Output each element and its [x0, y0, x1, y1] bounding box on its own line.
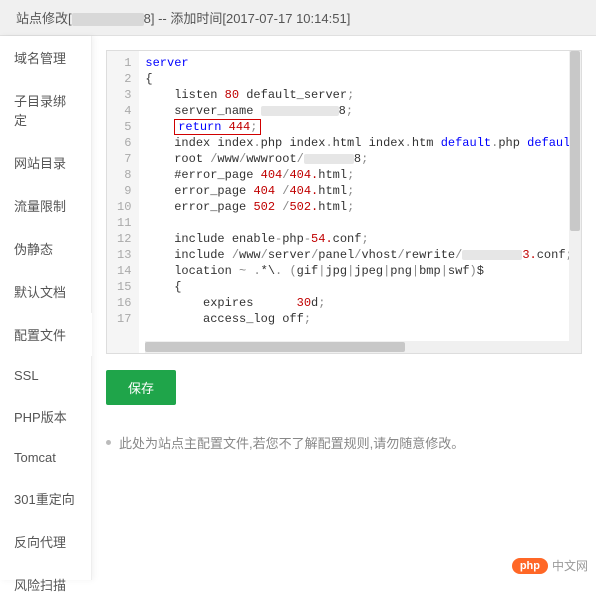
- line-number: 10: [117, 199, 131, 215]
- line-number: 2: [117, 71, 131, 87]
- line-number: 17: [117, 311, 131, 327]
- line-number: 12: [117, 231, 131, 247]
- line-number: 13: [117, 247, 131, 263]
- code-line: return 444;: [145, 119, 575, 135]
- sidebar-item-4[interactable]: 伪静态: [0, 227, 91, 270]
- header-timestamp: 2017-07-17 10:14:51: [226, 11, 347, 26]
- code-line: error_page 502 /502.html;: [145, 199, 575, 215]
- sidebar-item-5[interactable]: 默认文档: [0, 270, 91, 313]
- line-number: 5: [117, 119, 131, 135]
- code-line: expires 30d;: [145, 295, 575, 311]
- code-line: include enable-php-54.conf;: [145, 231, 575, 247]
- line-number: 1: [117, 55, 131, 71]
- scrollbar-vertical[interactable]: [569, 51, 581, 341]
- code-line: listen 80 default_server;: [145, 87, 575, 103]
- scrollbar-horizontal[interactable]: [145, 341, 569, 353]
- sidebar-item-8[interactable]: PHP版本: [0, 395, 91, 438]
- code-content[interactable]: server{ listen 80 default_server; server…: [139, 51, 581, 353]
- line-gutter: 1234567891011121314151617: [107, 51, 139, 353]
- watermark-text: 中文网: [552, 557, 588, 574]
- code-line: {: [145, 279, 575, 295]
- sidebar-item-3[interactable]: 流量限制: [0, 184, 91, 227]
- sidebar-item-1[interactable]: 子目录绑定: [0, 79, 91, 141]
- masked-text: [261, 106, 339, 116]
- container: 域名管理子目录绑定网站目录流量限制伪静态默认文档配置文件SSLPHP版本Tomc…: [0, 36, 596, 580]
- sidebar-item-6[interactable]: 配置文件: [0, 313, 91, 356]
- sidebar-item-7[interactable]: SSL: [0, 356, 91, 395]
- header-suffix: ]: [347, 11, 351, 26]
- masked-text: [462, 250, 522, 260]
- line-number: 7: [117, 151, 131, 167]
- sidebar-item-12[interactable]: 风险扫描: [0, 563, 91, 606]
- code-line: root /www/wwwroot/8;: [145, 151, 575, 167]
- header-domain-suffix: 8]: [144, 11, 155, 26]
- highlight-box: return 444;: [174, 119, 261, 135]
- sidebar-item-9[interactable]: Tomcat: [0, 438, 91, 477]
- scrollbar-horizontal-thumb[interactable]: [145, 342, 405, 352]
- code-line: [145, 215, 575, 231]
- main-panel: 1234567891011121314151617 server{ listen…: [92, 36, 596, 580]
- code-line: access_log off;: [145, 311, 575, 327]
- dialog-header: 站点修改[ 8] -- 添加时间[2017-07-17 10:14:51]: [0, 0, 596, 36]
- line-number: 4: [117, 103, 131, 119]
- scrollbar-corner: [569, 341, 581, 353]
- code-line: server: [145, 55, 575, 71]
- code-line: error_page 404 /404.html;: [145, 183, 575, 199]
- sidebar-item-11[interactable]: 反向代理: [0, 520, 91, 563]
- line-number: 3: [117, 87, 131, 103]
- line-number: 11: [117, 215, 131, 231]
- domain-masked: [72, 13, 144, 26]
- header-prefix: 站点修改[: [16, 11, 72, 26]
- save-button[interactable]: 保存: [106, 370, 176, 405]
- sidebar-item-10[interactable]: 301重定向: [0, 477, 91, 520]
- tip-row: 此处为站点主配置文件,若您不了解配置规则,请勿随意修改。: [106, 433, 582, 452]
- sidebar-item-0[interactable]: 域名管理: [0, 36, 91, 79]
- line-number: 9: [117, 183, 131, 199]
- line-number: 6: [117, 135, 131, 151]
- code-line: location ~ .*\. (gif|jpg|jpeg|png|bmp|sw…: [145, 263, 575, 279]
- watermark-badge: php: [512, 558, 548, 574]
- line-number: 14: [117, 263, 131, 279]
- bullet-icon: [106, 440, 111, 445]
- scrollbar-vertical-thumb[interactable]: [570, 51, 580, 231]
- code-editor[interactable]: 1234567891011121314151617 server{ listen…: [106, 50, 582, 354]
- masked-text: [304, 154, 354, 164]
- line-number: 15: [117, 279, 131, 295]
- code-line: #error_page 404/404.html;: [145, 167, 575, 183]
- watermark: php 中文网: [512, 557, 588, 574]
- code-line: {: [145, 71, 575, 87]
- line-number: 16: [117, 295, 131, 311]
- code-line: server_name 8;: [145, 103, 575, 119]
- tip-text: 此处为站点主配置文件,若您不了解配置规则,请勿随意修改。: [119, 433, 464, 452]
- sidebar-item-2[interactable]: 网站目录: [0, 141, 91, 184]
- line-number: 8: [117, 167, 131, 183]
- code-line: include /www/server/panel/vhost/rewrite/…: [145, 247, 575, 263]
- header-middle: -- 添加时间[: [154, 11, 226, 26]
- code-line: index index.php index.html index.htm def…: [145, 135, 575, 151]
- sidebar: 域名管理子目录绑定网站目录流量限制伪静态默认文档配置文件SSLPHP版本Tomc…: [0, 36, 92, 580]
